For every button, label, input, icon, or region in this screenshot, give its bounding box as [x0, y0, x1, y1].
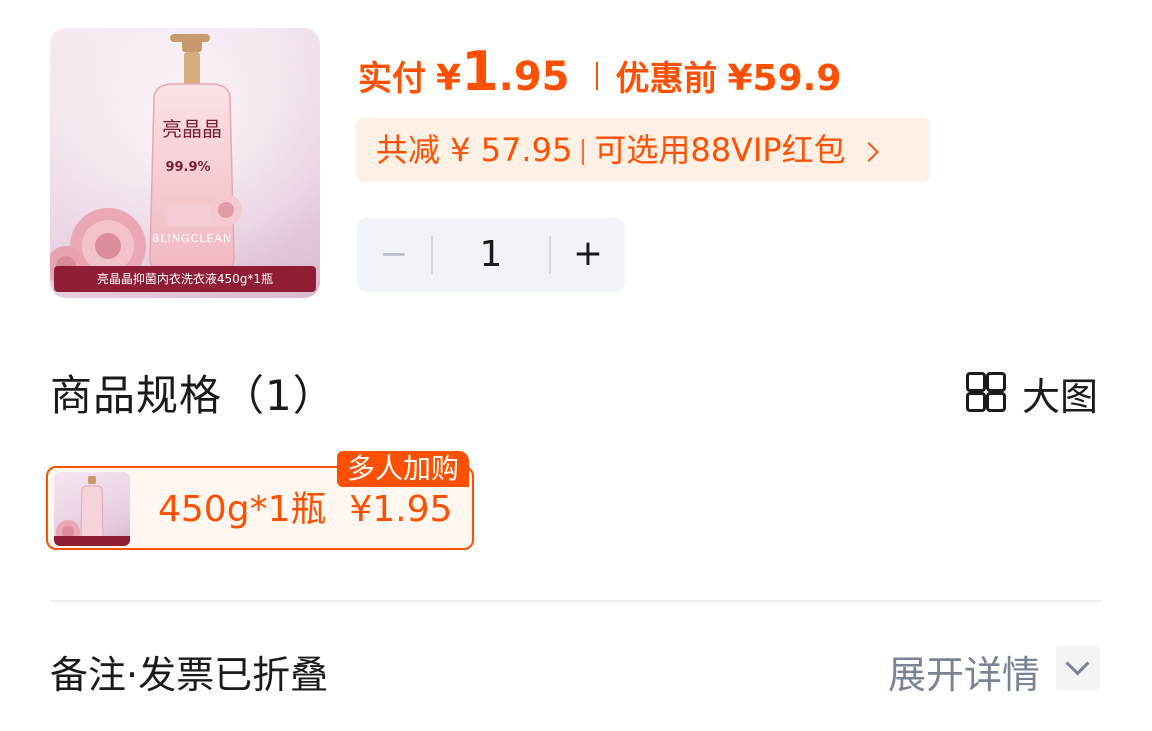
increase-quantity-button[interactable]: + [551, 218, 625, 292]
bottle-logo-text: 亮晶晶 [162, 117, 222, 141]
spec-option-label: 450g*1瓶 [158, 489, 327, 530]
grid-view-icon[interactable] [966, 372, 1006, 412]
spec-section-title: 商品规格（1） [50, 371, 336, 420]
pay-amount-integer: 1 [461, 40, 499, 103]
product-image[interactable]: 亮晶晶 99.9% BLINGCLEAN 亮晶晶抑菌内衣洗衣液450g*1瓶 [50, 28, 320, 298]
discount-coupon-pill[interactable]: 共减 ¥ 57.95 可选用88VIP红包 [356, 118, 930, 182]
original-price: ¥59.9 [727, 58, 842, 99]
coupon-text: 可选用88VIP红包 [594, 131, 846, 169]
pay-currency: ¥ [436, 58, 462, 99]
price-row: 实付 ¥1.95 优惠前 ¥59.9 [358, 40, 841, 110]
expand-details-button[interactable]: 展开详情 [888, 644, 1040, 699]
product-illustration: 亮晶晶 99.9% BLINGCLEAN [50, 28, 320, 298]
image-caption: 亮晶晶抑菌内衣洗衣液450g*1瓶 [54, 266, 316, 292]
price-separator [595, 62, 598, 90]
spec-option-thumbnail [54, 472, 130, 546]
bottle-badge-text: 99.9% [165, 160, 210, 175]
chevron-right-icon [858, 142, 879, 162]
section-divider [50, 600, 1102, 602]
chevron-down-icon[interactable] [1056, 646, 1100, 690]
notes-invoice-label: 备注·发票已折叠 [50, 653, 329, 697]
discount-saved-text: 共减 ¥ 57.95 [376, 131, 573, 169]
decrease-quantity-button[interactable]: − [357, 218, 431, 292]
quantity-value[interactable]: 1 [433, 218, 549, 292]
original-price-label: 优惠前 [615, 59, 718, 99]
bottle-brand-text: BLINGCLEAN [152, 232, 232, 245]
pay-amount-decimal: .95 [498, 54, 570, 100]
quantity-stepper: − 1 + [357, 218, 625, 292]
pay-label: 实付 [358, 59, 426, 99]
spec-option-price: ¥1.95 [349, 489, 453, 530]
pill-separator [582, 139, 585, 165]
big-image-toggle[interactable]: 大图 [1022, 366, 1098, 421]
spec-option-tag: 多人加购 [337, 451, 470, 487]
